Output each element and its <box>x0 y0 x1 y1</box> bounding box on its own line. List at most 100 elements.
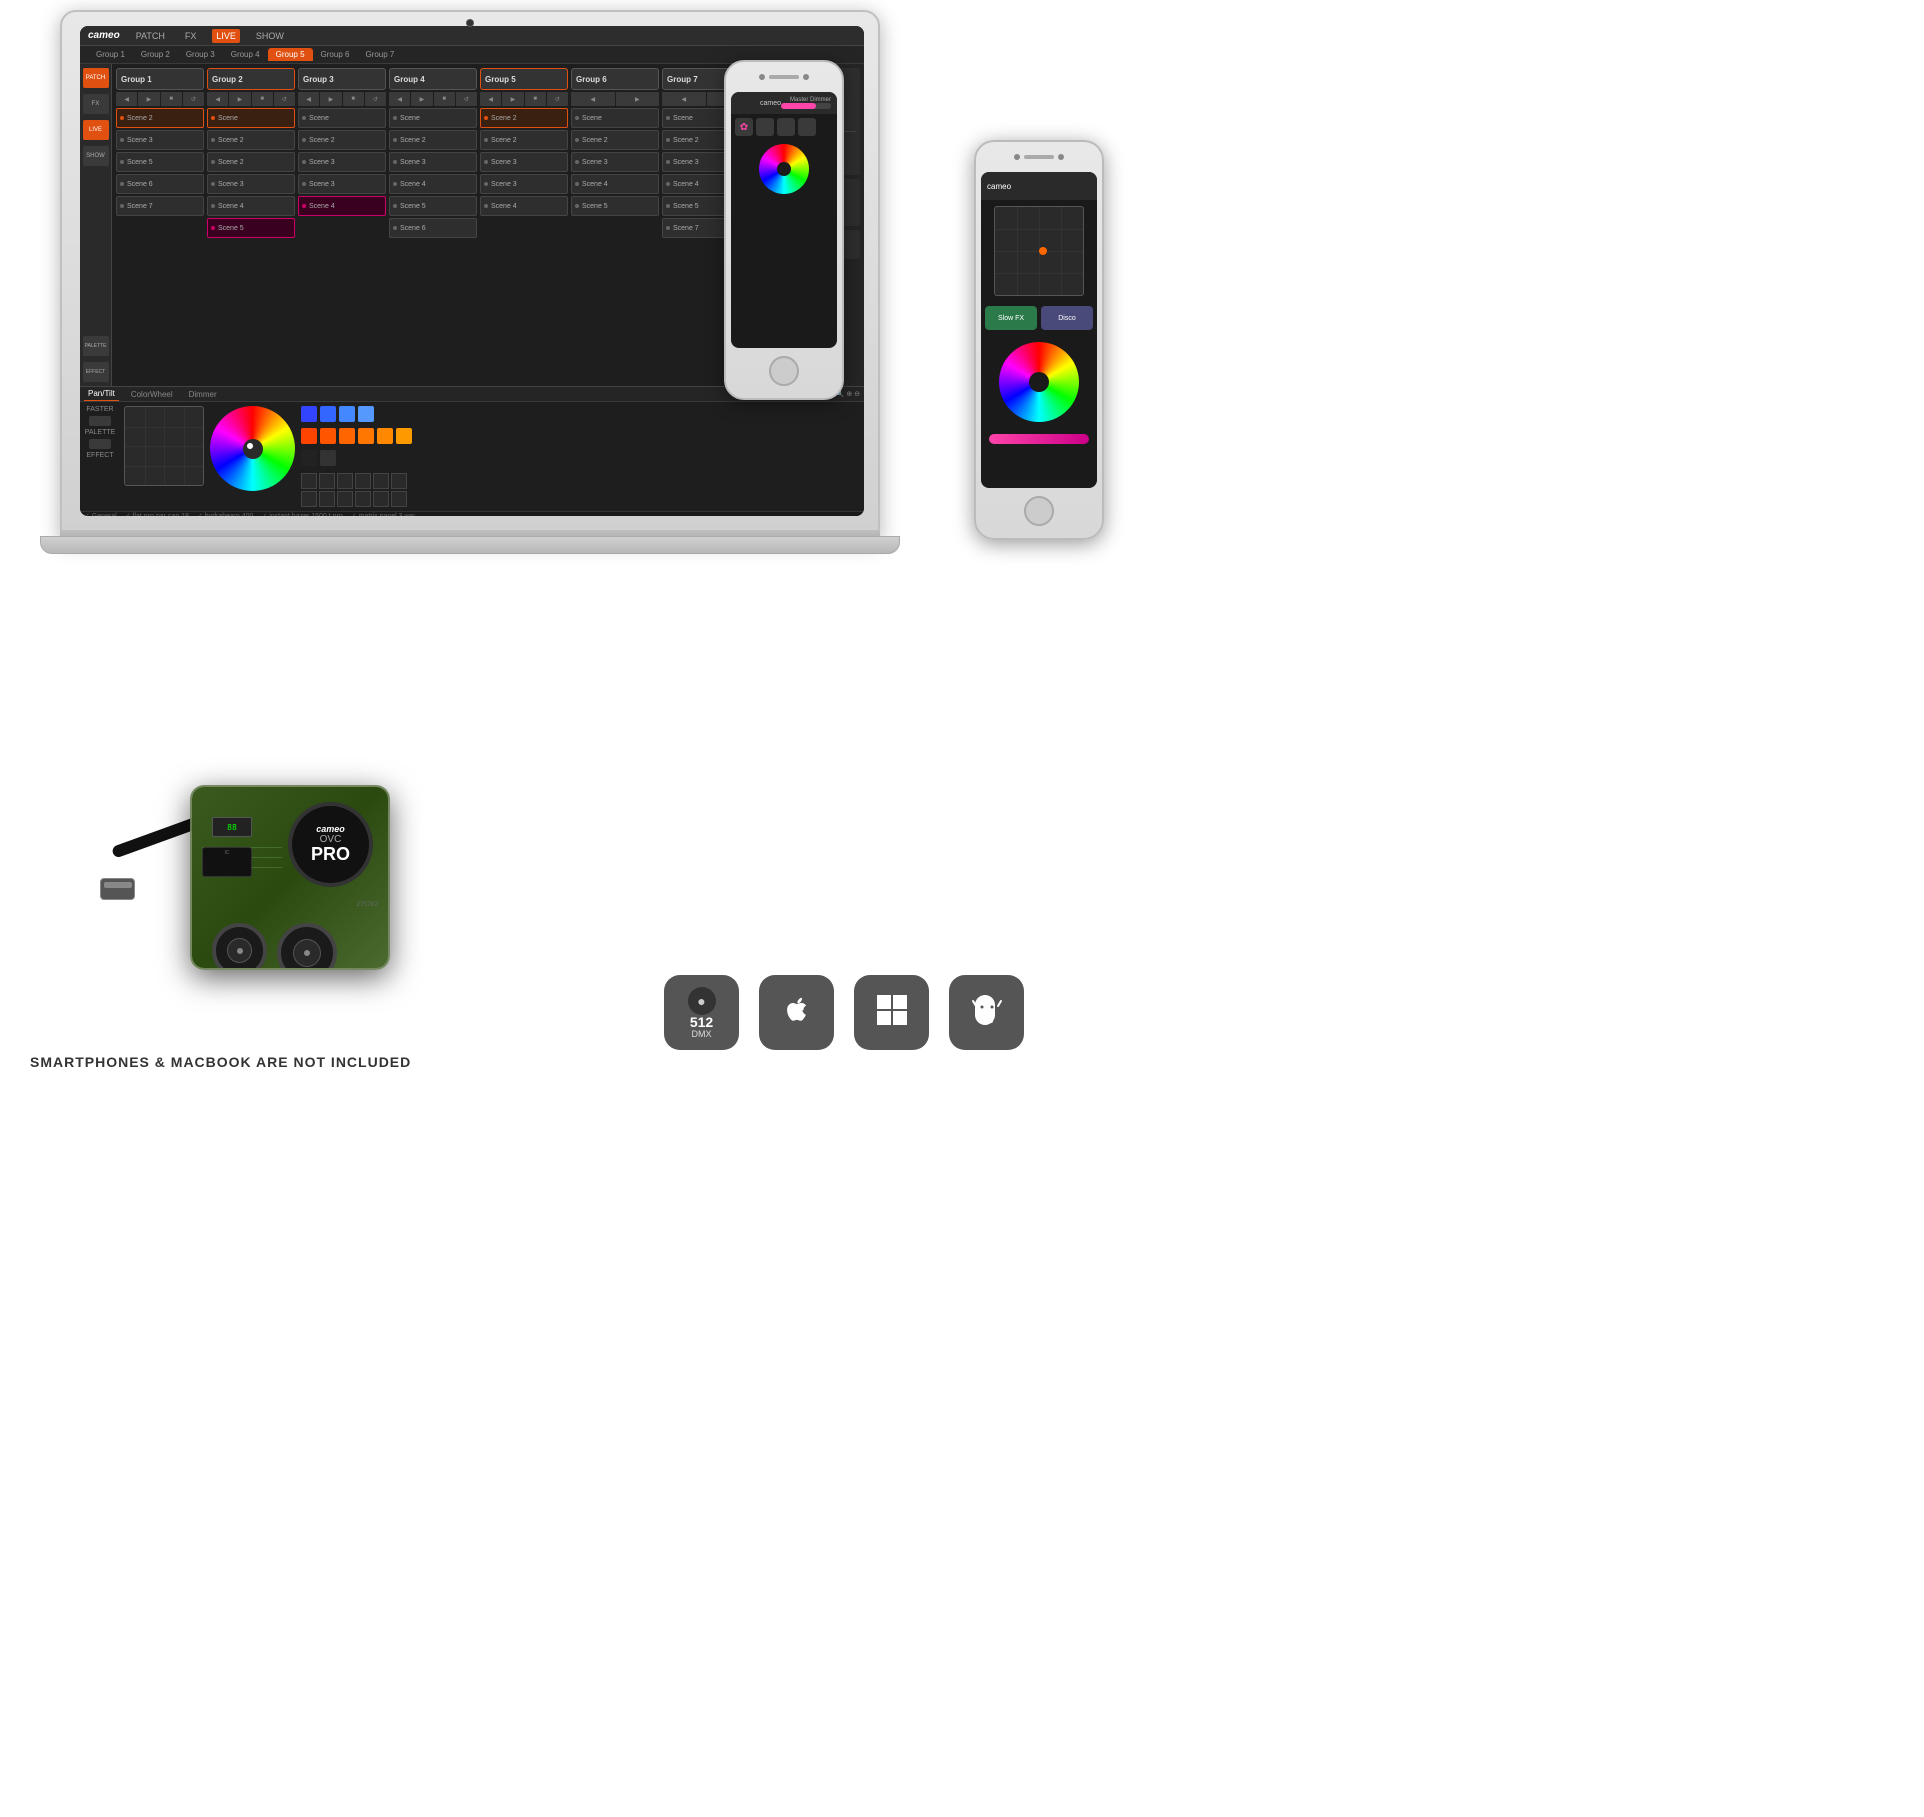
g1-ctrl-1[interactable]: ◀ <box>116 92 137 106</box>
g4-ctrl-2[interactable]: ▶ <box>411 92 432 106</box>
g1-ctrl-2[interactable]: ▶ <box>138 92 159 106</box>
grid-swatch-7[interactable] <box>301 491 317 507</box>
swatch-blue-3[interactable] <box>339 406 355 422</box>
tab-pantilt[interactable]: Pan/Tilt <box>84 387 119 401</box>
g5-ctrl-2[interactable]: ▶ <box>502 92 523 106</box>
menu-show[interactable]: SHOW <box>252 29 288 43</box>
phone-2-fx-disco[interactable]: Disco <box>1041 306 1093 330</box>
tab-dimmer[interactable]: Dimmer <box>185 388 221 401</box>
tab-colorwheel[interactable]: ColorWheel <box>127 388 177 401</box>
g4-scene-1[interactable]: Scene <box>389 108 477 128</box>
group-tab-3[interactable]: Group 3 <box>178 48 223 61</box>
g3-ctrl-1[interactable]: ◀ <box>298 92 319 106</box>
g2-scene-2[interactable]: Scene 2 <box>207 130 295 150</box>
g6-scene-4[interactable]: Scene 4 <box>571 174 659 194</box>
g2-scene-3[interactable]: Scene 2 <box>207 152 295 172</box>
g1-ctrl-4[interactable]: ↺ <box>183 92 204 106</box>
g1-scene-7[interactable]: Scene 7 <box>116 196 204 216</box>
sidebar-btn-live[interactable]: LIVE <box>83 120 109 140</box>
g3-scene-4[interactable]: Scene 3 <box>298 174 386 194</box>
sidebar-btn-patch[interactable]: PATCH <box>83 68 109 88</box>
phone-1-color-wheel[interactable] <box>759 144 809 194</box>
g4-scene-6[interactable]: Scene 6 <box>389 218 477 238</box>
g2-scene-1[interactable]: Scene <box>207 108 295 128</box>
g6-scene-5[interactable]: Scene 5 <box>571 196 659 216</box>
sidebar-btn-fx[interactable]: FX <box>83 94 109 114</box>
grid-swatch-12[interactable] <box>391 491 407 507</box>
g7-ctrl-1[interactable]: ◀ <box>662 92 706 106</box>
menu-fx[interactable]: FX <box>181 29 201 43</box>
group-tab-6[interactable]: Group 6 <box>313 48 358 61</box>
group-tab-5[interactable]: Group 5 <box>268 48 313 61</box>
menu-live[interactable]: LIVE <box>212 29 240 43</box>
g6-ctrl-1[interactable]: ◀ <box>571 92 615 106</box>
g4-scene-5[interactable]: Scene 5 <box>389 196 477 216</box>
group-tab-2[interactable]: Group 2 <box>133 48 178 61</box>
g5-ctrl-3[interactable]: ■ <box>525 92 546 106</box>
g4-ctrl-4[interactable]: ↺ <box>456 92 477 106</box>
g1-scene-6[interactable]: Scene 6 <box>116 174 204 194</box>
g3-ctrl-4[interactable]: ↺ <box>365 92 386 106</box>
color-wheel[interactable] <box>210 406 295 491</box>
grid-swatch-11[interactable] <box>373 491 389 507</box>
grid-swatch-10[interactable] <box>355 491 371 507</box>
g3-scene-2[interactable]: Scene 2 <box>298 130 386 150</box>
g3-scene-5[interactable]: Scene 4 <box>298 196 386 216</box>
g5-ctrl-4[interactable]: ↺ <box>547 92 568 106</box>
g2-ctrl-4[interactable]: ↺ <box>274 92 295 106</box>
phone-1-home-button[interactable] <box>769 356 799 386</box>
g5-scene-5[interactable]: Scene 4 <box>480 196 568 216</box>
g6-ctrl-2[interactable]: ▶ <box>616 92 660 106</box>
swatch-blue-2[interactable] <box>320 406 336 422</box>
g4-ctrl-3[interactable]: ■ <box>434 92 455 106</box>
swatch-dark-1[interactable] <box>301 450 317 466</box>
phone-2-pink-bar[interactable] <box>989 434 1089 444</box>
g4-scene-2[interactable]: Scene 2 <box>389 130 477 150</box>
g3-scene-3[interactable]: Scene 3 <box>298 152 386 172</box>
menu-patch[interactable]: PATCH <box>132 29 169 43</box>
swatch-blue-4[interactable] <box>358 406 374 422</box>
phone-2-fx-slow[interactable]: Slow FX <box>985 306 1037 330</box>
phone-1-icon-4[interactable] <box>798 118 816 136</box>
pan-tilt-area[interactable] <box>124 406 204 486</box>
phone-1-icon-2[interactable] <box>756 118 774 136</box>
swatch-orange-6[interactable] <box>396 428 412 444</box>
g4-scene-3[interactable]: Scene 3 <box>389 152 477 172</box>
phone-2-pan-tilt[interactable] <box>994 206 1084 296</box>
g2-ctrl-3[interactable]: ■ <box>252 92 273 106</box>
g4-ctrl-1[interactable]: ◀ <box>389 92 410 106</box>
sidebar-btn-palette[interactable]: PALETTE <box>83 336 109 356</box>
phone-1-icon-3[interactable] <box>777 118 795 136</box>
grid-swatch-9[interactable] <box>337 491 353 507</box>
g5-scene-4[interactable]: Scene 3 <box>480 174 568 194</box>
g5-scene-2[interactable]: Scene 2 <box>480 130 568 150</box>
grid-swatch-3[interactable] <box>337 473 353 489</box>
g4-scene-4[interactable]: Scene 4 <box>389 174 477 194</box>
sidebar-btn-effect[interactable]: EFFECT <box>83 362 109 382</box>
phone-2-color-wheel[interactable] <box>999 342 1079 422</box>
swatch-orange-4[interactable] <box>358 428 374 444</box>
g1-ctrl-3[interactable]: ■ <box>161 92 182 106</box>
swatch-orange-1[interactable] <box>301 428 317 444</box>
g2-ctrl-1[interactable]: ◀ <box>207 92 228 106</box>
grid-swatch-6[interactable] <box>391 473 407 489</box>
swatch-orange-2[interactable] <box>320 428 336 444</box>
g3-ctrl-3[interactable]: ■ <box>343 92 364 106</box>
swatch-orange-5[interactable] <box>377 428 393 444</box>
g1-scene-2[interactable]: Scene 2 <box>116 108 204 128</box>
palette-btn[interactable] <box>89 439 111 449</box>
g2-scene-4[interactable]: Scene 3 <box>207 174 295 194</box>
g3-scene-1[interactable]: Scene <box>298 108 386 128</box>
phone-1-master-slider[interactable] <box>781 103 831 109</box>
grid-swatch-4[interactable] <box>355 473 371 489</box>
speed-btn[interactable] <box>89 416 111 426</box>
g2-scene-6[interactable]: Scene 5 <box>207 218 295 238</box>
g5-scene-1[interactable]: Scene 2 <box>480 108 568 128</box>
g1-scene-3[interactable]: Scene 3 <box>116 130 204 150</box>
g6-scene-1[interactable]: Scene <box>571 108 659 128</box>
grid-swatch-1[interactable] <box>301 473 317 489</box>
g2-ctrl-2[interactable]: ▶ <box>229 92 250 106</box>
group-tab-1[interactable]: Group 1 <box>88 48 133 61</box>
swatch-dark-2[interactable] <box>320 450 336 466</box>
g1-scene-5[interactable]: Scene 5 <box>116 152 204 172</box>
